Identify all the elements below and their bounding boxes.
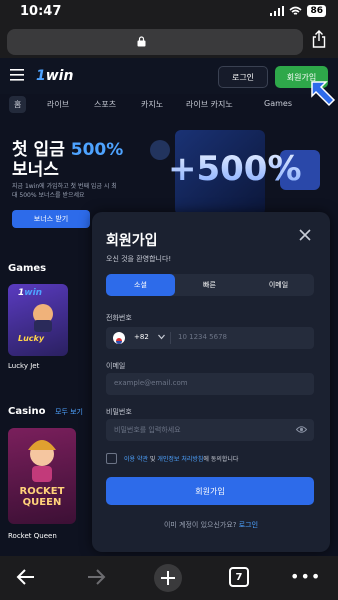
email-label: 이메일 [106,362,126,370]
tab-quick[interactable]: 빠른 [175,274,244,296]
game-card-lucky-jet[interactable]: 1win Lucky [8,284,68,356]
hamburger-menu-icon[interactable] [10,69,24,81]
hero-banner-art: +500% [150,130,320,215]
submit-register-button[interactable]: 회원가입 [106,477,314,505]
site-header: 1win 로그인 회원가입 [0,58,338,94]
tab-social[interactable]: 소셜 [106,274,175,296]
signal-icon [270,6,285,16]
address-bar[interactable] [7,29,303,55]
hero-art-text: +500% [168,149,302,189]
phone-divider [170,332,171,344]
browser-chrome [0,24,338,58]
nav-item-casino[interactable]: 카지노 [141,99,163,110]
lucky-card-brand: 1win [18,288,43,298]
status-bar: 10:47 86 [0,0,338,24]
modal-subtitle: 오신 것을 환영합니다! [106,255,172,263]
modal-title: 회원가입 [106,233,158,249]
back-arrow-icon[interactable] [16,568,36,586]
game-label-lucky-jet[interactable]: Lucky Jet [8,362,39,370]
country-code-select[interactable]: +82 [134,333,149,341]
queen-character-icon [28,440,56,482]
terms-checkbox[interactable] [106,453,117,464]
jetpack-character-icon [33,304,53,332]
rocket-card-title: ROCKET QUEEN [19,486,65,508]
plus-icon [161,571,175,585]
wifi-icon [289,6,303,15]
get-bonus-button[interactable]: 보너스 받기 [12,210,90,228]
casino-see-all-link[interactable]: 모두 보기 [55,407,83,417]
nav-item-games[interactable]: Games [264,99,292,108]
main-nav: 홈 라이브 스포츠 카지노 라이브 카지노 Games [0,96,338,114]
privacy-policy-link[interactable]: 개인정보 처리방침 [157,456,203,463]
lucky-card-title: Lucky [18,334,45,343]
email-input[interactable]: example@email.com [106,373,314,395]
password-input[interactable]: 비밀번호를 입력하세요 [106,419,314,441]
nav-item-live[interactable]: 라이브 [47,99,69,110]
have-account-text: 이미 계정이 있으신가요? 로그인 [163,521,259,529]
status-icons: 86 [270,5,326,17]
registration-modal: 회원가입 오신 것을 환영합니다! 소셜 빠른 이메일 전화번호 +82 10 … [92,212,330,552]
battery-icon: 86 [307,5,326,17]
casino-section-title: Casino [8,406,46,417]
forward-arrow-icon[interactable] [86,568,106,586]
game-card-rocket-queen[interactable]: ROCKET QUEEN [8,428,76,524]
nav-item-live-casino[interactable]: 라이브 카지노 [186,99,233,110]
password-label: 비밀번호 [106,408,132,416]
hero-subtitle: 지금 1win에 가입하고 첫 번째 입금 시 최대 500% 보너스를 받으세… [12,183,117,199]
phone-label: 전화번호 [106,314,132,322]
terms-text: 이용 약관 및 개인정보 처리방침에 동의합니다 [124,456,239,463]
chevron-down-icon[interactable] [158,334,165,340]
korea-flag-icon [113,332,125,344]
share-icon[interactable] [312,30,326,48]
browser-toolbar: 7 ••• [0,556,338,600]
status-time: 10:47 [20,4,62,19]
lock-icon [137,36,146,47]
nav-item-home[interactable]: 홈 [9,96,27,113]
close-icon[interactable] [298,228,312,242]
games-section-title: Games [8,263,47,274]
game-label-rocket-queen[interactable]: Rocket Queen [8,532,57,540]
terms-of-use-link[interactable]: 이용 약관 [124,456,148,463]
phone-input[interactable]: 10 1234 5678 [178,333,227,341]
more-options-icon[interactable]: ••• [290,569,321,585]
login-button[interactable]: 로그인 [218,66,268,88]
nav-item-sports[interactable]: 스포츠 [94,99,116,110]
tabs-button[interactable]: 7 [229,567,249,587]
new-tab-button[interactable] [154,564,182,592]
modal-login-link[interactable]: 로그인 [239,521,258,529]
phone-field: +82 10 1234 5678 [106,327,314,349]
eye-icon[interactable] [296,425,307,434]
registration-tabs: 소셜 빠른 이메일 [106,274,314,296]
hero-title: 첫 입금 500% 보너스 [12,140,124,180]
site-logo[interactable]: 1win [36,68,73,84]
tab-email[interactable]: 이메일 [244,274,313,296]
